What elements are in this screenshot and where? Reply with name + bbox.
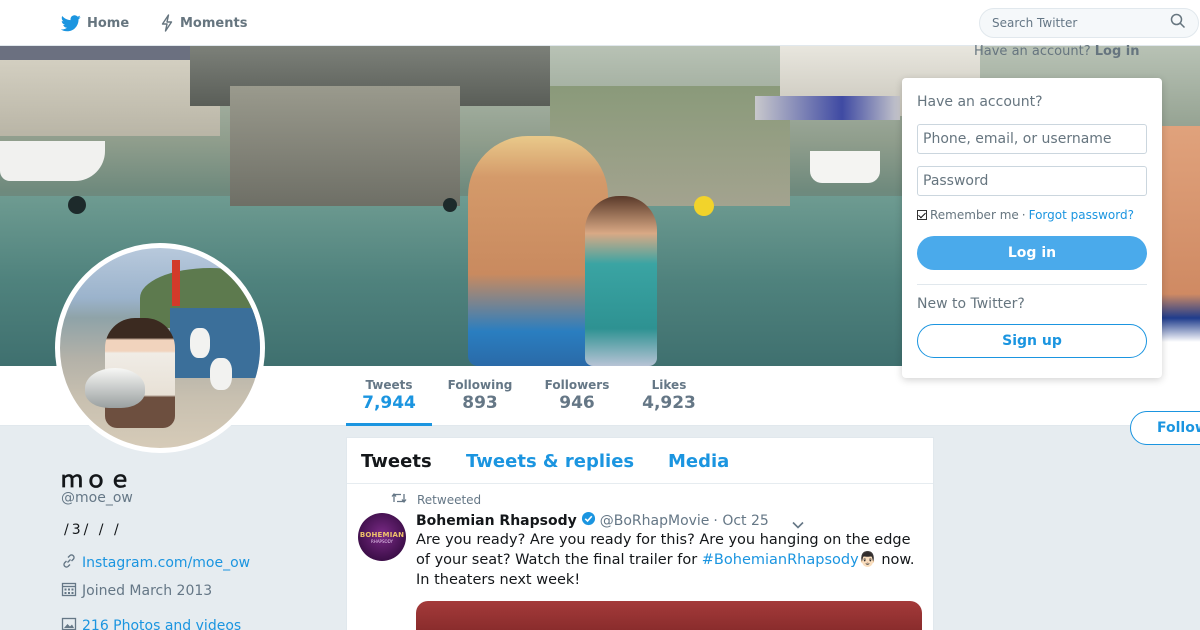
login-button[interactable]: Log in	[917, 236, 1147, 270]
calendar-icon	[61, 581, 77, 601]
remember-label[interactable]: Remember me	[930, 208, 1019, 222]
stat-likes[interactable]: Likes 4,923	[630, 366, 708, 426]
timeline-tabs: Tweets Tweets & replies Media	[347, 438, 933, 484]
search-icon[interactable]	[1170, 13, 1186, 33]
verified-icon	[581, 511, 596, 530]
login-dropdown: Have an account? Remember me · Forgot pa…	[902, 78, 1162, 378]
login-dropdown-trigger[interactable]: Have an account? Log in	[974, 44, 1140, 59]
profile-joined-label: Joined March 2013	[82, 583, 213, 599]
link-icon	[61, 553, 77, 573]
nav-moments-label: Moments	[180, 15, 248, 31]
signup-button[interactable]: Sign up	[917, 324, 1147, 358]
search-box	[979, 8, 1199, 38]
banner-boat-right	[810, 151, 880, 183]
username-field[interactable]	[917, 124, 1147, 154]
divider	[917, 284, 1147, 285]
retweet-icon	[391, 492, 407, 507]
banner-person	[1160, 126, 1200, 366]
stat-value: 893	[462, 393, 498, 413]
banner-boat	[0, 141, 105, 181]
tweet-date[interactable]: · Oct 25	[713, 513, 768, 529]
separator: ·	[1021, 208, 1026, 222]
signup-heading: New to Twitter?	[917, 296, 1025, 312]
stat-value: 946	[559, 393, 595, 413]
tab-tweets-replies[interactable]: Tweets & replies	[466, 451, 634, 472]
banner-cars	[755, 96, 900, 120]
stat-label: Likes	[651, 378, 687, 392]
tweet[interactable]: Retweeted BOHEMIAN RHAPSODY Bohemian Rha…	[347, 484, 933, 630]
login-trigger-text: Have an account?	[974, 44, 1091, 59]
stat-followers[interactable]: Followers 946	[537, 366, 617, 426]
stat-following[interactable]: Following 893	[440, 366, 520, 426]
stat-tweets[interactable]: Tweets 7,944	[346, 366, 432, 426]
tweet-hashtag[interactable]: #BohemianRhapsody	[702, 552, 859, 568]
top-nav: Home Moments	[0, 0, 1200, 46]
stat-label: Tweets	[365, 378, 413, 392]
tweet-avatar-text: BOHEMIAN	[359, 530, 405, 539]
profile-handle[interactable]: @moe_ow	[61, 490, 133, 506]
retweet-label: Retweeted	[417, 492, 482, 507]
banner-pillar	[230, 86, 460, 206]
tweet-media[interactable]	[416, 601, 922, 630]
login-heading: Have an account?	[917, 94, 1043, 110]
profile-website-label[interactable]: Instagram.com/moe_ow	[82, 555, 250, 571]
tweet-text: Are you ready? Are you ready for this? A…	[416, 530, 922, 590]
banner-roof	[0, 46, 220, 60]
stat-label: Following	[447, 378, 513, 392]
tweet-avatar-subtext: RHAPSODY	[371, 538, 393, 544]
remember-checkbox[interactable]	[917, 210, 927, 220]
stat-label: Followers	[544, 378, 610, 392]
image-icon	[61, 616, 77, 630]
remember-row: Remember me · Forgot password?	[917, 208, 1134, 222]
profile-photos[interactable]: 216 Photos and videos	[61, 616, 241, 630]
profile-bio: /3/ / /	[64, 522, 122, 538]
profile-website[interactable]: Instagram.com/moe_ow	[61, 553, 250, 573]
banner-person	[585, 196, 657, 366]
stat-value: 7,944	[362, 393, 416, 413]
retweet-context: Retweeted	[391, 492, 481, 507]
login-trigger-action: Log in	[1094, 44, 1140, 59]
tweet-author-avatar[interactable]: BOHEMIAN RHAPSODY	[358, 513, 406, 561]
avatar-bird	[190, 328, 210, 358]
timeline: Tweets Tweets & replies Media Retweeted …	[346, 437, 934, 630]
twitter-bird-icon	[61, 14, 81, 32]
forgot-password-link[interactable]: Forgot password?	[1029, 208, 1134, 222]
profile-joined: Joined March 2013	[61, 581, 212, 601]
banner-buoy-yellow	[694, 196, 714, 216]
avatar-lighthouse	[172, 260, 180, 306]
tab-tweets[interactable]: Tweets	[361, 451, 432, 472]
nav-moments[interactable]: Moments	[160, 0, 247, 46]
banner-buoy	[68, 196, 86, 214]
follow-button[interactable]: Follow	[1130, 411, 1200, 445]
tweet-emoji: 👨🏻	[858, 552, 877, 568]
avatar-bird	[210, 358, 232, 390]
lightning-icon	[160, 14, 174, 32]
avatar-bird	[85, 368, 145, 408]
tweet-author-handle[interactable]: @BoRhapMovie	[600, 513, 710, 529]
tweet-author-name[interactable]: Bohemian Rhapsody	[416, 513, 577, 529]
stat-value: 4,923	[642, 393, 696, 413]
nav-home[interactable]: Home	[61, 0, 129, 46]
nav-home-label: Home	[87, 15, 130, 31]
profile-photos-label[interactable]: 216 Photos and videos	[82, 618, 241, 630]
search-input[interactable]	[992, 16, 1168, 30]
avatar[interactable]	[55, 243, 265, 453]
tweet-header: Bohemian Rhapsody @BoRhapMovie · Oct 25	[416, 511, 769, 530]
banner-buoy	[443, 198, 457, 212]
tab-media[interactable]: Media	[668, 451, 729, 472]
password-field[interactable]	[917, 166, 1147, 196]
